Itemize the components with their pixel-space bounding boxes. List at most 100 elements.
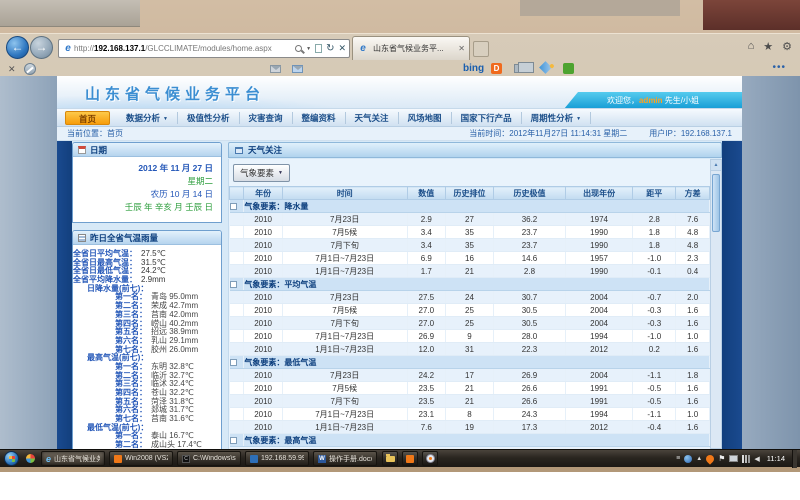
scrollbar-thumb[interactable] (712, 174, 720, 232)
row-cell: -0.5 (633, 395, 676, 408)
checkbox[interactable] (230, 437, 237, 444)
checkbox[interactable] (230, 359, 237, 366)
checkbox[interactable] (230, 281, 237, 288)
welcome-banner: 欢迎您，admin 先生/小姐 (564, 92, 742, 109)
action-center-flag-icon[interactable]: ⚑ (718, 455, 725, 463)
stop-icon[interactable]: ✕ (338, 43, 346, 54)
table-row[interactable]: 20107月1日~7月23日23.1824.31994-1.11.0 (230, 408, 710, 421)
nav-item-1[interactable]: 数据分析▼ (117, 112, 178, 124)
row-cell: 2004 (565, 291, 632, 304)
table-row[interactable]: 20107月23日27.52430.72004-0.72.0 (230, 291, 710, 304)
search-icon[interactable] (295, 45, 302, 52)
overflow-icon[interactable]: ••• (772, 62, 786, 73)
table-row[interactable]: 20107月1日~7月23日26.9928.01994-1.01.0 (230, 330, 710, 343)
home-icon[interactable]: ⌂ (748, 40, 755, 53)
speaker-icon[interactable]: ◀ (754, 455, 759, 463)
browser-tab[interactable]: e 山东省气候业务平... ✕ (352, 36, 470, 60)
background-window-fragment (0, 0, 140, 27)
row-cell: 35 (445, 226, 493, 239)
media-player-icon[interactable] (422, 451, 438, 466)
row-cell: 7月23日 (282, 369, 407, 382)
row-cell: -0.1 (633, 265, 676, 278)
ie-favicon: e (357, 43, 369, 54)
display-icon[interactable] (729, 455, 738, 462)
table-row[interactable]: 20107月下旬27.02530.52004-0.31.6 (230, 317, 710, 330)
table-row[interactable]: 20107月5候3.43523.719901.84.8 (230, 226, 710, 239)
nav-item-3[interactable]: 灾害查询 (240, 112, 293, 124)
taskbar-window-remote[interactable]: 192.168.59.99... (245, 451, 309, 466)
checkbox[interactable] (230, 203, 237, 210)
row-cell: 36.2 (493, 213, 565, 226)
new-tab-button[interactable] (473, 41, 489, 57)
row-cell: -0.3 (633, 317, 676, 330)
row-cell: 23.5 (407, 382, 445, 395)
nav-item-label: 国家下行产品 (461, 113, 512, 123)
table-row[interactable]: 20107月1日~7月23日6.91614.61957-1.02.3 (230, 252, 710, 265)
table-row[interactable]: 20107月下旬23.52126.61991-0.51.6 (230, 395, 710, 408)
tools-gear-icon[interactable]: ⚙ (782, 40, 792, 53)
nav-item-5[interactable]: 天气关注 (346, 112, 399, 124)
row-cell: -0.7 (633, 291, 676, 304)
scroll-up-icon[interactable]: ▲ (711, 160, 721, 171)
row-cell: 7月下旬 (282, 317, 407, 330)
bing-logo[interactable]: bing (463, 63, 484, 74)
row-cell: 7月1日~7月23日 (282, 252, 407, 265)
plugin-icon[interactable] (563, 63, 574, 74)
row-cell: 1990 (565, 265, 632, 278)
network-signal-icon[interactable] (742, 455, 750, 463)
snapshot-icon[interactable] (514, 64, 528, 73)
tab-title: 山东省气候业务平... (373, 43, 454, 54)
highlight-icon[interactable] (539, 61, 552, 74)
ime-flame-icon[interactable] (705, 453, 716, 464)
pinned-app-icon[interactable] (26, 454, 35, 463)
addon-bar-close-icon[interactable]: ✕ (8, 64, 16, 75)
row-cell: 2004 (565, 304, 632, 317)
rank-value: 胶州 26.0mm (151, 346, 198, 355)
address-bar[interactable]: e http://192.168.137.1/GLCCLIMATE/module… (58, 39, 350, 58)
group-title: 气象要素：降水量 (244, 200, 710, 213)
table-row[interactable]: 20107月5候27.02530.52004-0.31.6 (230, 304, 710, 317)
nav-item-7[interactable]: 国家下行产品 (452, 112, 522, 124)
taskbar-window-word[interactable]: W操作手册.docx -... (313, 451, 377, 466)
tray-expand-icon[interactable]: ▲ (696, 456, 702, 462)
table-row[interactable]: 20107月5候23.52126.61991-0.51.6 (230, 382, 710, 395)
scrollbar[interactable]: ▲ (710, 159, 722, 449)
favorites-star-icon[interactable]: ★ (763, 40, 773, 53)
row-cell: 25 (445, 317, 493, 330)
row-cell (230, 213, 244, 226)
nav-item-8[interactable]: 周期性分析▼ (522, 112, 591, 124)
search-dropdown-icon[interactable]: ▼ (306, 46, 311, 52)
taskbar-window-cmd[interactable]: CC:\Windows\s... (177, 451, 241, 466)
group-row: 气象要素：降水量 (230, 200, 710, 213)
network-globe-icon[interactable] (684, 455, 692, 463)
taskbar-window-vm[interactable]: Win2008 (VS2... (109, 451, 173, 466)
dict-icon[interactable]: D (491, 63, 502, 74)
refresh-icon[interactable]: ↻ (326, 43, 334, 54)
blocked-content-icon[interactable] (24, 63, 36, 75)
explorer-folder-icon[interactable] (382, 451, 398, 466)
table-row[interactable]: 20101月1日~7月23日7.61917.32012-0.41.6 (230, 421, 710, 434)
nav-item-2[interactable]: 极值性分析 (178, 112, 240, 124)
table-row[interactable]: 20107月23日2.92736.219742.87.6 (230, 213, 710, 226)
nav-item-6[interactable]: 风场地图 (399, 112, 452, 124)
nav-item-label: 灾害查询 (249, 113, 283, 123)
table-row[interactable]: 20107月下旬3.43523.719901.84.8 (230, 239, 710, 252)
show-desktop-button[interactable] (792, 450, 797, 468)
nav-item-4[interactable]: 整编资料 (293, 112, 346, 124)
taskbar-window-ie[interactable]: e山东省气候业务平... (41, 451, 105, 466)
app-icon[interactable] (402, 451, 418, 466)
input-language-icon[interactable]: ≡ (676, 455, 680, 462)
table-row[interactable]: 20101月1日~7月23日1.7212.81990-0.10.4 (230, 265, 710, 278)
compatibility-view-icon[interactable] (315, 44, 322, 53)
start-button[interactable] (4, 451, 19, 466)
nav-item-0[interactable]: 首页 (65, 111, 110, 125)
element-filter-button[interactable]: 气象要素▼ (233, 164, 290, 182)
mail-icon[interactable] (292, 65, 303, 73)
tab-close-icon[interactable]: ✕ (458, 44, 465, 53)
tray-clock[interactable]: 11:14 (767, 454, 785, 463)
mail-icon[interactable] (270, 65, 281, 73)
table-row[interactable]: 20101月1日~7月23日12.03122.320120.21.6 (230, 343, 710, 356)
back-button[interactable]: ← (6, 36, 29, 59)
forward-button[interactable]: → (30, 36, 53, 59)
table-row[interactable]: 20107月23日24.21726.92004-1.11.8 (230, 369, 710, 382)
